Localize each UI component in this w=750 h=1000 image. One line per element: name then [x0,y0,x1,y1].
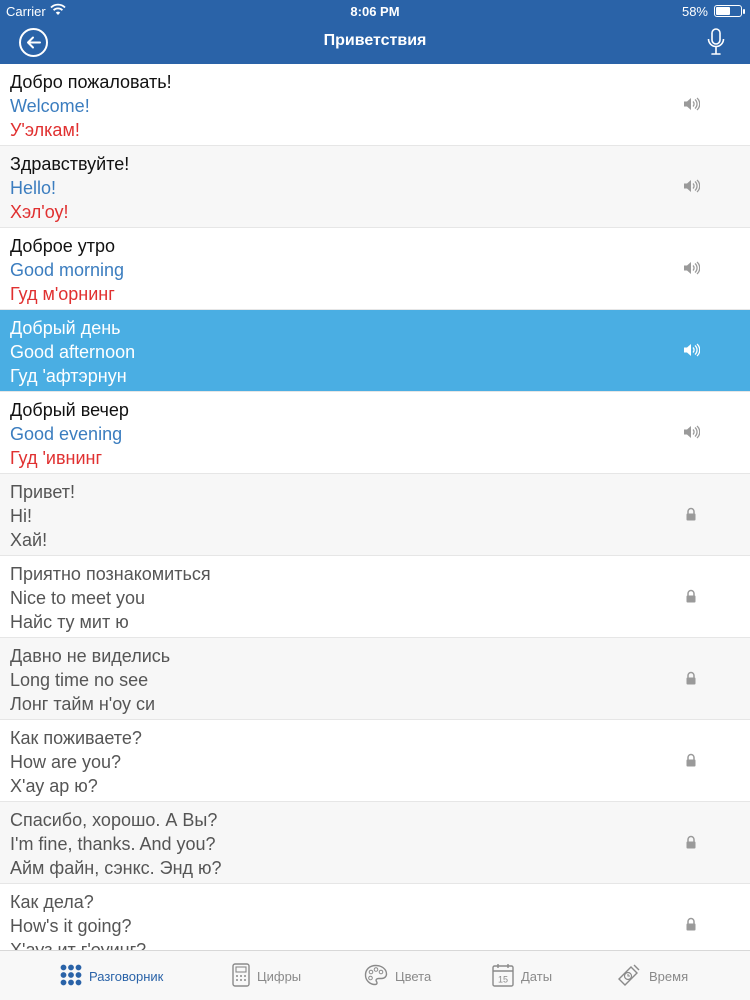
phrase-russian: Давно не виделись [10,646,171,666]
phrase-row[interactable]: Добро пожаловать! Welcome! У'элкам! [0,64,750,146]
microphone-icon[interactable] [706,27,726,62]
battery-percent: 58% [681,4,708,19]
tab-bar: Разговорник Цифры Цвета 15 Даты Время [0,950,750,1000]
phrase-row[interactable]: Спасибо, хорошо. А Вы? I'm fine, thanks. … [0,802,750,884]
phrase-russian: Доброе утро [10,236,116,256]
lock-icon [682,669,700,687]
palette-icon [364,964,388,989]
phrase-english: How are you? [10,752,122,772]
phrase-russian: Как поживаете? [10,728,142,748]
phrase-english: Hi! [10,506,32,526]
phrase-row[interactable]: Здравствуйте! Hello! Хэл'оу! [0,146,750,228]
phrase-row[interactable]: Как дела? How's it going? Х'ауз ит г'оуинг… [0,884,750,950]
phrase-transcription: Х'ауз ит г'оуинг? [10,940,147,950]
phrase-row[interactable]: Приятно познакомиться Nice to meet you Най… [0,556,750,638]
phrase-transcription: Гуд 'афтэрнун [10,366,127,386]
speaker-icon[interactable] [682,259,700,277]
phrase-english: Good afternoon [10,342,136,362]
status-time: 8:06 PM [350,4,400,19]
tab-label: Цвета [395,968,432,984]
lock-icon [682,915,700,933]
phrase-transcription: Хай! [10,530,48,550]
tab-label: Цифры [257,968,302,984]
phrase-transcription: Хэл'оу! [10,202,69,222]
tab-label: Даты [521,968,553,984]
speaker-icon[interactable] [682,341,700,359]
phrase-russian: Как дела? [10,892,94,912]
phrase-russian: Добро пожаловать! [10,72,172,92]
battery-icon [714,5,745,17]
speaker-icon[interactable] [682,177,700,195]
tab-1[interactable]: Разговорник [60,951,163,1000]
tab-5[interactable]: Время [616,951,688,1000]
phrase-row[interactable]: Как поживаете? How are you? Х'ау ар ю? [0,720,750,802]
phrase-transcription: Айм файн, сэнкс. Энд ю? [10,858,222,878]
phrasebook-grid-icon [60,964,82,989]
phrase-transcription: Найс ту мит ю [10,612,129,632]
lock-icon [682,505,700,523]
lock-icon [682,751,700,769]
phrase-transcription: Х'ау ар ю? [10,776,98,796]
phrase-transcription: Лонг тайм н'оу си [10,694,156,714]
tab-3[interactable]: Цвета [364,951,431,1000]
phrase-russian: Здравствуйте! [10,154,130,174]
phrase-row[interactable]: Привет! Hi! Хай! [0,474,750,556]
tab-4[interactable]: 15 Даты [492,951,552,1000]
phrase-transcription: Гуд м'орнинг [10,284,115,304]
phrase-row[interactable]: Давно не виделись Long time no see Лонг та… [0,638,750,720]
svg-text:15: 15 [498,974,508,984]
speaker-icon[interactable] [682,423,700,441]
status-bar: Carrier 8:06 PM 58% [0,0,750,22]
phrase-row[interactable]: Добрый день Good afternoon Гуд 'афтэрнун [0,310,750,392]
phrase-russian: Спасибо, хорошо. А Вы? [10,810,218,830]
phrase-list[interactable]: Добро пожаловать! Welcome! У'элкам! Здравст… [0,64,750,950]
phrase-english: Long time no see [10,670,149,690]
phrase-russian: Добрый вечер [10,400,129,420]
calculator-icon [232,962,250,990]
phrase-transcription: У'элкам! [10,120,80,140]
speaker-icon[interactable] [682,95,700,113]
phrase-english: How's it going? [10,916,132,936]
phrase-russian: Привет! [10,482,76,502]
phrase-english: Hello! [10,178,57,198]
tab-2[interactable]: Цифры [232,951,301,1000]
clock-icon [616,962,642,991]
tab-label: Разговорник [89,968,164,984]
phrase-row[interactable]: Добрый вечер Good evening Гуд 'ивнинг [0,392,750,474]
phrase-english: I'm fine, thanks. And you? [10,834,216,854]
phrase-russian: Приятно познакомиться [10,564,211,584]
tab-label: Время [649,968,689,984]
phrase-english: Welcome! [10,96,90,116]
phrase-transcription: Гуд 'ивнинг [10,448,103,468]
calendar-icon: 15 [492,963,514,990]
phrase-english: Nice to meet you [10,588,146,608]
lock-icon [682,833,700,851]
phrase-english: Good evening [10,424,123,444]
navigation-bar: Carrier 8:06 PM 58% Приветствия [0,0,750,64]
phrase-english: Good morning [10,260,125,280]
phrase-russian: Добрый день [10,318,121,338]
lock-icon [682,587,700,605]
page-title: Приветствия [323,32,427,49]
phrase-row[interactable]: Доброе утро Good morning Гуд м'орнинг [0,228,750,310]
